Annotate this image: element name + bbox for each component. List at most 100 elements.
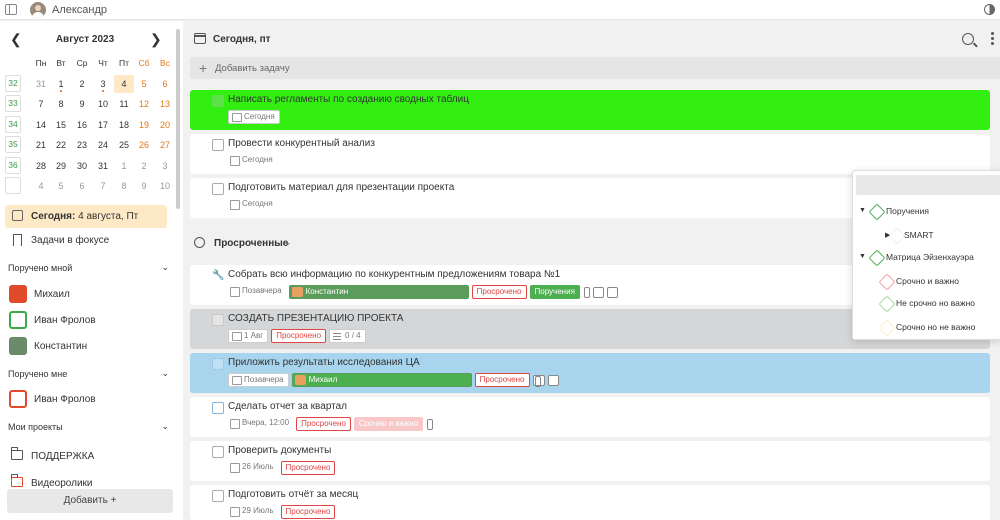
caret-down-icon[interactable]: ▼ [859,207,866,214]
week-number[interactable] [5,177,21,194]
copy-icon [592,286,604,298]
calendar-day[interactable]: 4 [31,177,51,195]
task-checkbox[interactable] [212,446,224,458]
calendar-day[interactable]: 2 [72,75,92,93]
task-assignee: Михаил [291,373,472,387]
calendar-day[interactable]: 31 [93,157,113,175]
tag-search-input[interactable] [856,175,1000,195]
task-checkbox[interactable] [212,95,224,107]
calendar-day[interactable]: 9 [72,95,92,113]
tag-icon [868,249,886,267]
task-title: Сделать отчет за квартал [228,401,348,412]
calendar-icon [193,33,206,44]
sidebar-project[interactable]: ПОДДЕРЖКА [0,447,180,469]
tag-item[interactable]: ▼ Поручения [853,203,1000,221]
theme-toggle-icon[interactable] [984,4,995,15]
avatar[interactable] [30,2,46,18]
next-month-icon[interactable]: ❯ [150,31,162,48]
calendar-day[interactable]: 16 [72,116,92,134]
calendar-day[interactable]: 15 [51,116,71,134]
calendar-day[interactable]: 3 [93,75,113,93]
calendar-day[interactable]: 30 [72,157,92,175]
section-overdue[interactable]: Просроченные ⌄ [187,234,387,252]
section-label: Поручено мной [8,263,73,273]
task-checkbox[interactable] [212,314,224,326]
calendar-day[interactable]: 1 [51,75,71,93]
tag-item[interactable]: ▶ SMART [853,227,1000,245]
sidebar-person[interactable]: Иван Фролов [0,389,180,411]
calendar-day[interactable]: 7 [31,95,51,113]
tag-item[interactable]: Срочно но не важно [853,319,1000,337]
calendar-day[interactable]: 5 [134,75,154,93]
calendar-day[interactable]: 11 [114,95,134,113]
task-item[interactable]: Сделать отчет за квартал Вчера, 12:00 Пр… [190,397,990,437]
tag-item[interactable]: Не срочно но важно [853,295,1000,313]
calendar-day[interactable]: 9 [134,177,154,195]
sidebar-item-focus[interactable]: Задачи в фокусе [0,231,180,251]
week-number[interactable]: 35 [5,136,21,153]
calendar-day[interactable]: 22 [51,136,71,154]
week-number[interactable]: 36 [5,156,21,174]
calendar-day[interactable]: 25 [114,136,134,154]
week-number[interactable]: 33 [5,95,21,112]
caret-down-icon[interactable]: ▼ [859,253,866,260]
calendar-day[interactable]: 20 [155,116,175,134]
username[interactable]: Александр [52,4,107,16]
task-checkbox[interactable] [212,490,224,502]
calendar-day[interactable]: 19 [134,116,154,134]
section-assigned-to-me[interactable]: Поручено мне ⌄ [8,367,173,381]
calendar-day[interactable]: 21 [31,136,51,154]
calendar-day[interactable]: 13 [155,95,175,113]
calendar-day[interactable]: 28 [31,157,51,175]
calendar-day[interactable]: 24 [93,136,113,154]
calendar-day[interactable]: 5 [51,177,71,195]
week-number[interactable]: 32 [5,74,21,92]
task-checkbox[interactable] [212,358,224,370]
task-item[interactable]: Приложить результаты исследования ЦА Поз… [190,353,990,393]
calendar-day[interactable]: 6 [155,75,175,93]
section-assigned-by-me[interactable]: Поручено мной ⌄ [8,261,173,275]
calendar-day[interactable]: 27 [155,136,175,154]
calendar-day[interactable]: 2 [134,157,154,175]
add-button[interactable]: Добавить + [7,489,173,513]
task-item[interactable]: Подготовить отчёт за месяц 29 Июль Проср… [190,485,990,520]
task-checkbox[interactable] [212,139,224,151]
calendar-day[interactable]: 4 [114,74,134,93]
sidebar-person[interactable]: Михаил [0,284,180,306]
sidebar-person[interactable]: Константин [0,336,180,358]
calendar-day[interactable]: 31 [31,75,51,93]
calendar-day[interactable]: 26 [134,136,154,154]
add-task-input[interactable]: + Добавить задачу [190,57,1000,79]
task-item[interactable]: Проверить документы 26 Июль Просрочено [190,441,990,481]
calendar-day[interactable]: 29 [51,157,71,175]
calendar-day[interactable]: 10 [93,95,113,113]
calendar-day[interactable]: 3 [155,157,175,175]
sidebar-person[interactable]: Иван Фролов [0,310,180,332]
calendar-day[interactable]: 6 [72,177,92,195]
calendar-day[interactable]: 23 [72,136,92,154]
today-button[interactable]: Сегодня: 4 августа, Пт [5,205,167,228]
tag-item[interactable]: ▼ Матрица Эйзенхауэра [853,249,1000,267]
task-item[interactable]: Провести конкурентный анализ Сегодня [190,134,990,174]
calendar-day[interactable]: 7 [93,177,113,195]
search-icon[interactable] [962,33,974,45]
calendar-day[interactable]: 8 [114,177,134,195]
calendar-day[interactable]: 17 [93,116,113,134]
calendar-day[interactable]: 1 [114,157,134,175]
sidebar-toggle-icon[interactable] [5,4,17,15]
task-checkbox[interactable] [212,183,224,195]
task-item[interactable]: Написать регламенты по созданию сводных … [190,90,990,130]
sidebar-scrollbar[interactable] [176,29,180,209]
calendar-day[interactable]: 10 [155,177,175,195]
sidebar-project[interactable]: Видеоролики [0,474,180,488]
section-my-projects[interactable]: Мои проекты ⌄ [8,420,173,434]
calendar-day[interactable]: 14 [31,116,51,134]
calendar-day[interactable]: 18 [114,116,134,134]
task-checkbox[interactable] [212,402,224,414]
calendar-day[interactable]: 12 [134,95,154,113]
more-icon[interactable] [991,32,994,46]
calendar-day[interactable]: 8 [51,95,71,113]
week-number[interactable]: 34 [5,115,21,133]
tag-item[interactable]: Срочно и важно [853,273,1000,291]
task-date: 26 Июль [228,461,278,475]
